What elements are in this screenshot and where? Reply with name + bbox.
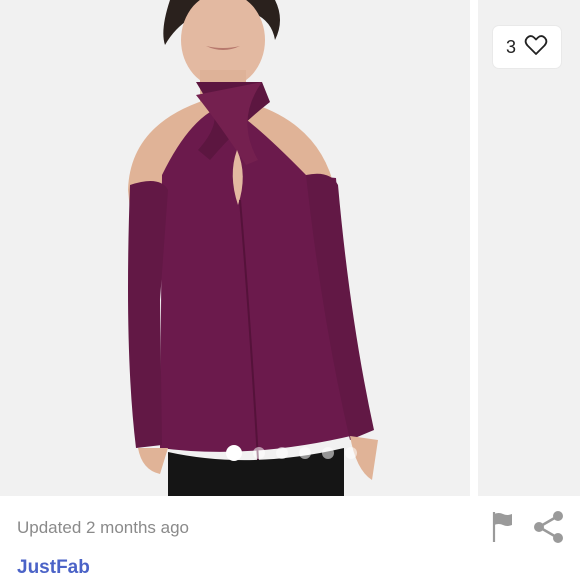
carousel-dots <box>226 445 357 461</box>
like-count: 3 <box>505 36 516 57</box>
next-photo-preview[interactable] <box>478 0 580 496</box>
updated-timestamp: Updated 2 months ago <box>17 518 190 537</box>
listing-photo[interactable] <box>0 0 470 496</box>
carousel-dot[interactable] <box>322 447 334 459</box>
like-button[interactable]: 3 <box>493 26 561 68</box>
carousel-dot[interactable] <box>253 447 265 459</box>
photo-gallery[interactable]: 3 <box>0 0 580 496</box>
brand-link[interactable]: JustFab <box>17 557 90 579</box>
heart-icon <box>524 34 548 61</box>
model-wearing-top-image <box>0 0 470 496</box>
share-icon[interactable] <box>533 510 565 549</box>
flag-icon[interactable] <box>491 510 515 549</box>
carousel-dot-active[interactable] <box>226 445 242 461</box>
carousel-dot[interactable] <box>345 447 357 459</box>
carousel-dot[interactable] <box>276 447 288 459</box>
carousel-dot[interactable] <box>299 447 311 459</box>
